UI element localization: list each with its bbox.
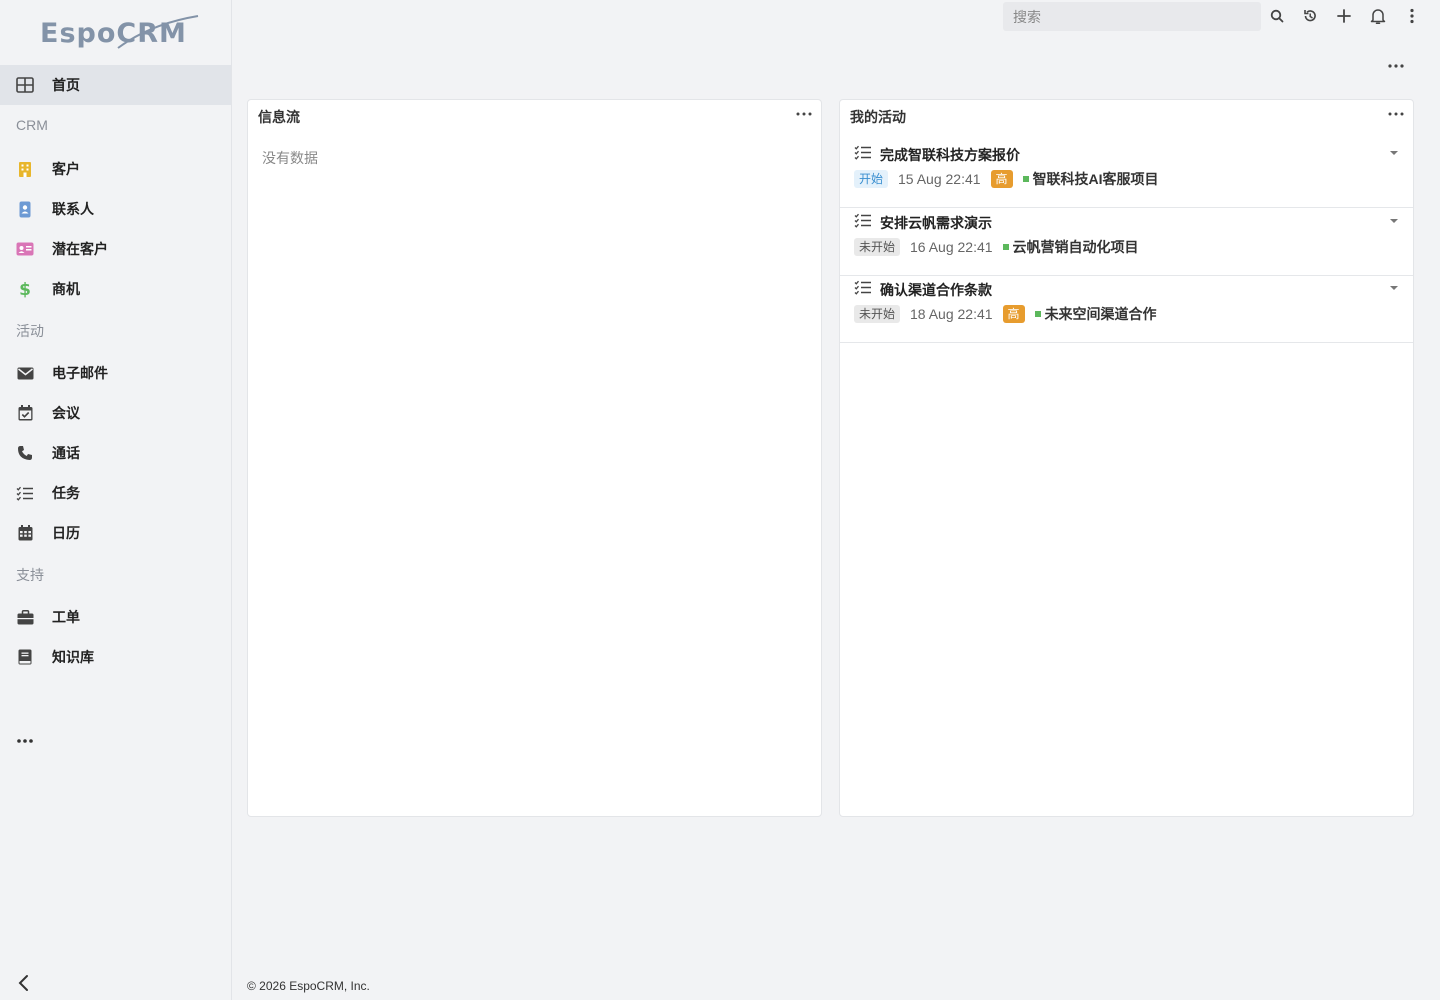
calendar-check-icon (16, 404, 34, 422)
no-data-text: 没有数据 (262, 150, 318, 166)
activity-meta: 未开始 18 Aug 22:41 高 未来空间渠道合作 (854, 304, 1157, 324)
plus-icon[interactable] (1335, 6, 1353, 26)
logo-swoosh-icon (117, 15, 199, 49)
sidebar-item-label: 商机 (52, 281, 80, 297)
sidebar-item-label: 日历 (52, 525, 80, 541)
task-icon (854, 145, 872, 161)
parent-status-dot (1022, 176, 1029, 182)
briefcase-icon (16, 608, 34, 626)
dollar-icon: $ (16, 280, 34, 298)
sidebar-item[interactable]: 任务 (0, 473, 231, 513)
parent-link[interactable]: 云帆营销自动化项目 (1013, 237, 1139, 257)
activity-row: 安排云帆需求演示未开始 16 Aug 22:41 云帆营销自动化项目 (840, 208, 1413, 276)
dashboard-icon (16, 76, 34, 94)
parent-status-dot (1034, 311, 1041, 317)
activity-date: 18 Aug 22:41 (910, 306, 993, 322)
sidebar-item[interactable]: 客户 (0, 149, 231, 189)
sidebar-item-label: 客户 (52, 161, 80, 177)
caret-down-icon[interactable] (1388, 283, 1400, 293)
sidebar: EspoCRM 首页 CRM 客户联系人潜在客户 $ 商机活动电子邮件会议通话任务日历支… (0, 0, 232, 1000)
sidebar-item[interactable]: 工单 (0, 597, 231, 637)
parent-link[interactable]: 未来空间渠道合作 (1045, 304, 1157, 324)
caret-down-icon[interactable] (1388, 216, 1400, 226)
sidebar-item-label: 潜在客户 (52, 241, 108, 257)
sidebar-item-label: 知识库 (52, 649, 94, 665)
sidebar-item[interactable]: $ 商机 (0, 269, 231, 309)
calendar-icon (16, 524, 34, 542)
sidebar-group-label: 活动 (16, 323, 44, 339)
espocrm-logo[interactable]: EspoCRM (40, 14, 200, 54)
activities-dashlet: 我的活动 完成智联科技方案报价开始 15 Aug 22:41 高 智联科技AI客服项目… (839, 99, 1414, 817)
sidebar-item[interactable]: 联系人 (0, 189, 231, 229)
sidebar-item[interactable]: 通话 (0, 433, 231, 473)
bell-icon[interactable] (1369, 6, 1387, 26)
stream-options-icon[interactable] (794, 108, 814, 120)
status-badge: 未开始 (854, 305, 901, 323)
kebab-menu-icon[interactable] (1403, 6, 1421, 26)
envelope-icon (16, 364, 34, 382)
more-icon[interactable] (15, 734, 35, 748)
activity-meta: 未开始 16 Aug 22:41 云帆营销自动化项目 (854, 237, 1139, 257)
book-icon (16, 648, 34, 666)
status-badge: 开始 (854, 170, 889, 188)
parent-link[interactable]: 智联科技AI客服项目 (1033, 169, 1159, 189)
caret-down-icon[interactable] (1388, 148, 1400, 158)
sidebar-item-label: 首页 (52, 77, 80, 93)
sidebar-item[interactable]: 潜在客户 (0, 229, 231, 269)
sidebar-item-label: 通话 (52, 445, 80, 461)
sidebar-item-label: 工单 (52, 609, 80, 625)
sidebar-item-label: 电子邮件 (52, 365, 108, 381)
activity-name-link[interactable]: 安排云帆需求演示 (880, 213, 992, 233)
collapse-sidebar-icon[interactable] (14, 972, 34, 994)
activities-title: 我的活动 (850, 109, 906, 125)
sidebar-group-label: 支持 (16, 567, 44, 583)
activities-options-icon[interactable] (1386, 108, 1406, 120)
activity-date: 15 Aug 22:41 (898, 171, 981, 187)
sidebar-item-label: 会议 (52, 405, 80, 421)
activity-date: 16 Aug 22:41 (910, 238, 993, 255)
stream-dashlet: 信息流 没有数据 (247, 99, 822, 817)
sidebar-item[interactable]: 日历 (0, 513, 231, 553)
activity-row: 完成智联科技方案报价开始 15 Aug 22:41 高 智联科技AI客服项目 (840, 140, 1413, 208)
activity-name-link[interactable]: 完成智联科技方案报价 (880, 145, 1020, 165)
parent-status-dot (1002, 243, 1009, 250)
sidebar-item-label: 联系人 (52, 201, 94, 217)
sidebar-item[interactable]: 知识库 (0, 637, 231, 677)
search-input[interactable] (1003, 2, 1261, 31)
search-icon[interactable] (1268, 6, 1286, 26)
task-icon (854, 213, 872, 229)
priority-badge: 高 (990, 170, 1013, 188)
footer-copyright: © 2026 EspoCRM, Inc. (247, 979, 370, 993)
sidebar-group-label: CRM (16, 117, 48, 133)
building-icon (16, 160, 34, 178)
activity-row: 确认渠道合作条款未开始 18 Aug 22:41 高 未来空间渠道合作 (840, 275, 1413, 343)
history-icon[interactable] (1301, 6, 1319, 26)
sidebar-item[interactable]: 会议 (0, 393, 231, 433)
dashboard-options-icon[interactable] (1386, 60, 1406, 72)
sidebar-item[interactable]: 首页 (0, 65, 231, 105)
activity-meta: 开始 15 Aug 22:41 高 智联科技AI客服项目 (854, 169, 1159, 189)
phone-icon (16, 444, 34, 462)
svg-text:$: $ (19, 280, 31, 298)
stream-title: 信息流 (258, 109, 300, 125)
status-badge: 未开始 (854, 237, 901, 256)
id-card-icon (16, 240, 34, 258)
priority-badge: 高 (1002, 305, 1025, 323)
task-list-icon (16, 484, 34, 502)
contact-icon (16, 200, 34, 218)
sidebar-item[interactable]: 电子邮件 (0, 353, 231, 393)
task-icon (854, 280, 872, 296)
activity-name-link[interactable]: 确认渠道合作条款 (880, 280, 992, 300)
sidebar-item-label: 任务 (52, 485, 80, 501)
